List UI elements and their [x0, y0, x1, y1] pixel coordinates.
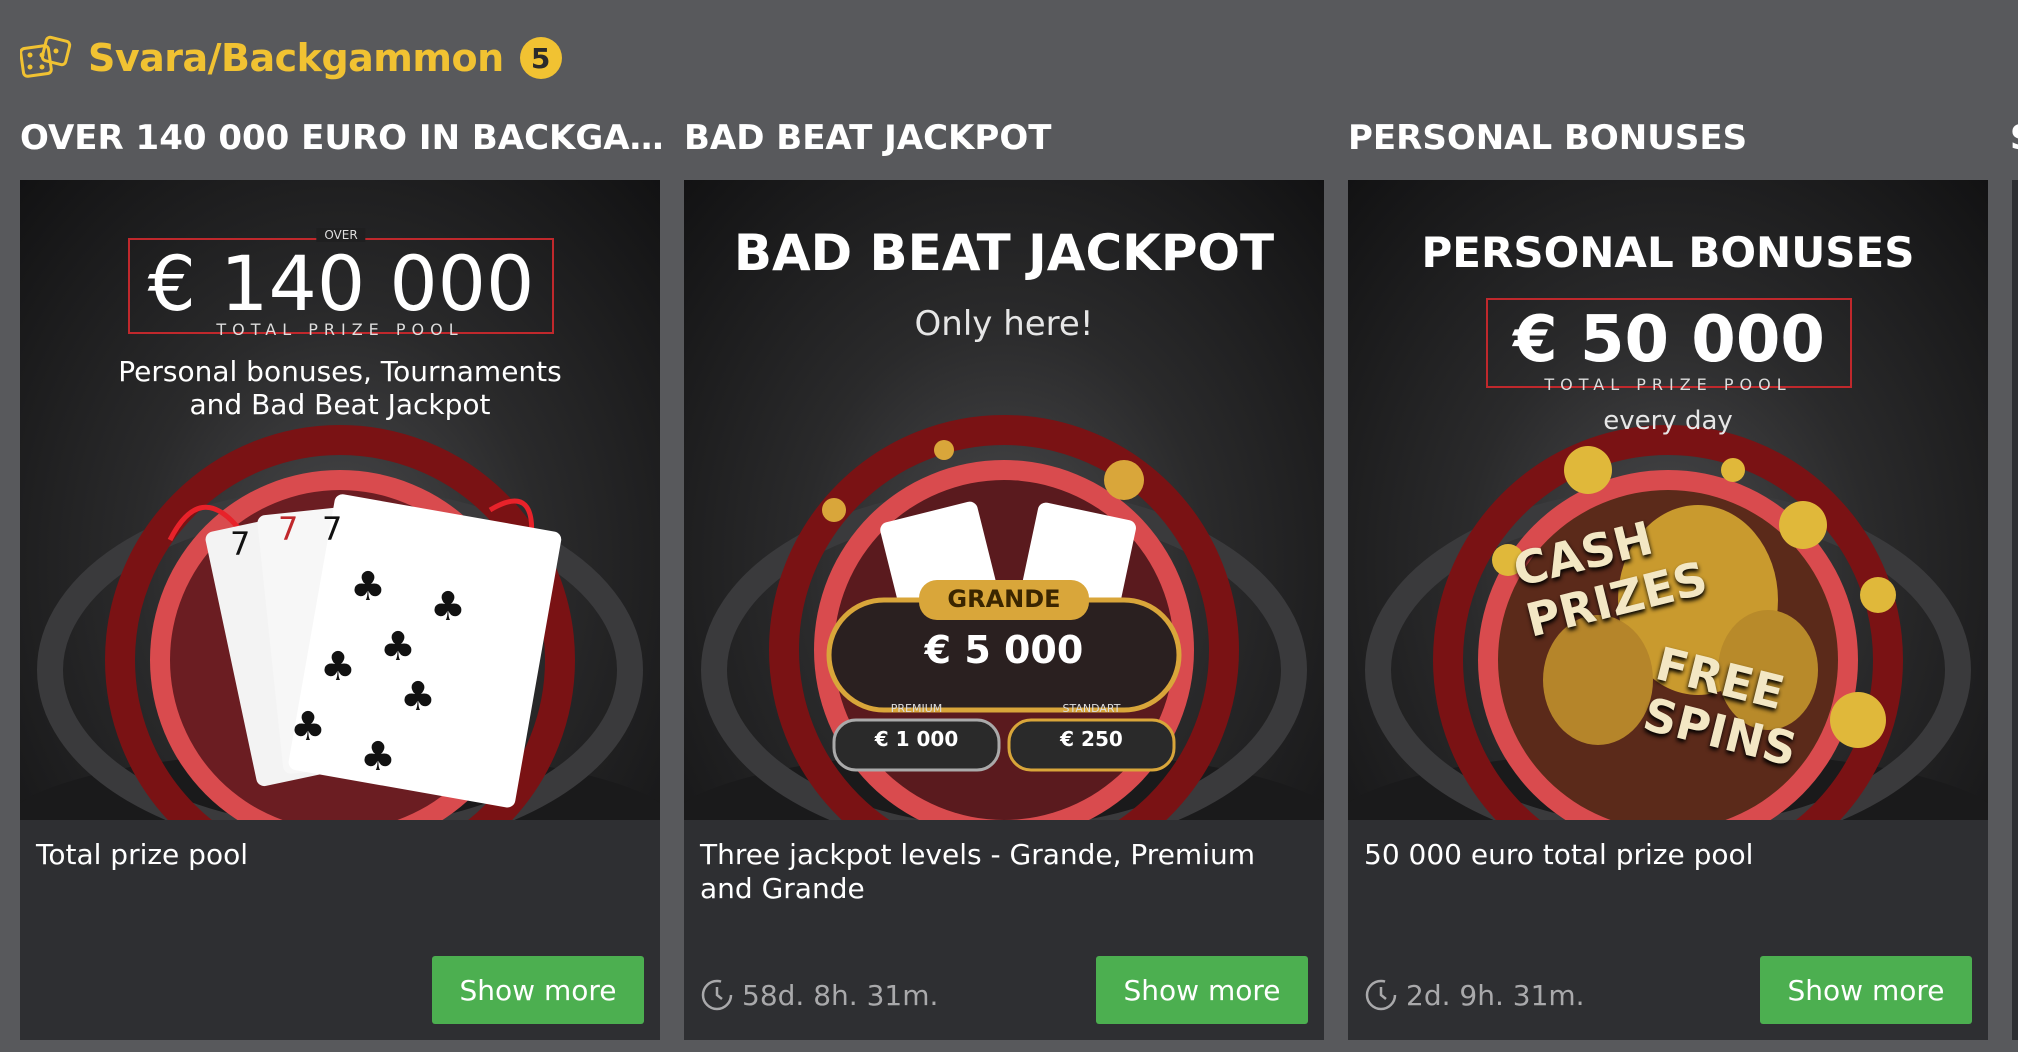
banner-image-2[interactable]: BAD BEAT JACKPOT Only here! GRANDE € 5 0…	[684, 180, 1324, 820]
count-badge: 5	[519, 37, 562, 79]
dice-icon	[20, 35, 72, 78]
svg-text:♣: ♣	[380, 624, 416, 670]
timer-text: 2d. 9h. 31m.	[1406, 978, 1585, 1012]
banner-amount: € 140 000	[147, 239, 535, 328]
svg-text:7: 7	[278, 510, 298, 548]
banner-line-1: Personal bonuses, Tournaments	[118, 355, 562, 388]
promo-card-4-partial[interactable]	[2012, 180, 2018, 1040]
pool-label: TOTAL PRIZE POOL	[216, 320, 464, 339]
section-title[interactable]: Svara/Backgammon	[88, 36, 504, 80]
premium-label: PREMIUM	[890, 702, 943, 715]
premium-value: € 1 000	[874, 727, 959, 751]
promo-card-3[interactable]: PERSONAL BONUSES € 50 000 TOTAL PRIZE PO…	[1348, 180, 1988, 1040]
svg-text:♣: ♣	[400, 674, 436, 720]
banner-line-2: and Bad Beat Jackpot	[189, 388, 491, 421]
clock-icon	[1365, 979, 1397, 1011]
svg-text:♣: ♣	[430, 584, 466, 630]
banner-image-1[interactable]: 7 7 7 ♣ ♣ ♣ ♣ ♣ ♣ ♣ OVER € 140 000 TOTAL…	[20, 180, 660, 820]
svg-text:♣: ♣	[350, 564, 386, 610]
banner-amount: € 50 000	[1513, 303, 1825, 377]
banner-heading: BAD BEAT JACKPOT	[733, 224, 1275, 282]
section-header: Svara/Backgammon 5	[20, 30, 562, 86]
svg-text:♣: ♣	[320, 644, 356, 690]
card-title-3[interactable]: PERSONAL BONUSES	[1348, 118, 1998, 158]
svg-text:7: 7	[322, 510, 342, 548]
card-title-4-partial: S	[2010, 118, 2018, 158]
promo-card-1[interactable]: 7 7 7 ♣ ♣ ♣ ♣ ♣ ♣ ♣ OVER € 140 000 TOTAL…	[20, 180, 660, 1040]
pool-label: TOTAL PRIZE POOL	[1544, 375, 1792, 394]
timer-text: 58d. 8h. 31m.	[742, 978, 939, 1012]
standart-label: STANDART	[1062, 702, 1121, 715]
clock-icon	[701, 979, 733, 1011]
standart-value: € 250	[1060, 727, 1123, 751]
banner-sub: Only here!	[914, 304, 1094, 344]
countdown-timer: 58d. 8h. 31m.	[700, 978, 938, 1012]
show-more-button[interactable]: Show more	[1096, 956, 1308, 1024]
promo-card-2[interactable]: BAD BEAT JACKPOT Only here! GRANDE € 5 0…	[684, 180, 1324, 1040]
banner-heading: PERSONAL BONUSES	[1421, 228, 1915, 277]
grande-value: € 5 000	[924, 628, 1084, 672]
card-description: 50 000 euro total prize pool	[1364, 838, 1754, 871]
show-more-button[interactable]: Show more	[1760, 956, 1972, 1024]
banner-image-3[interactable]: PERSONAL BONUSES € 50 000 TOTAL PRIZE PO…	[1348, 180, 1988, 820]
card-title-2[interactable]: BAD BEAT JACKPOT	[684, 118, 1334, 158]
card-title-1[interactable]: OVER 140 000 EURO IN BACKGAM...	[20, 118, 670, 158]
over-label: OVER	[316, 228, 366, 242]
svg-text:♣: ♣	[360, 734, 396, 780]
svg-text:♣: ♣	[290, 704, 326, 750]
show-more-button[interactable]: Show more	[432, 956, 644, 1024]
grande-label: GRANDE	[947, 585, 1061, 613]
card-description: Total prize pool	[36, 838, 248, 871]
svg-text:7: 7	[230, 525, 250, 563]
banner-sub: every day	[1603, 406, 1733, 436]
card-description: Three jackpot levels - Grande, Premium a…	[700, 838, 1256, 905]
countdown-timer: 2d. 9h. 31m.	[1364, 978, 1585, 1012]
